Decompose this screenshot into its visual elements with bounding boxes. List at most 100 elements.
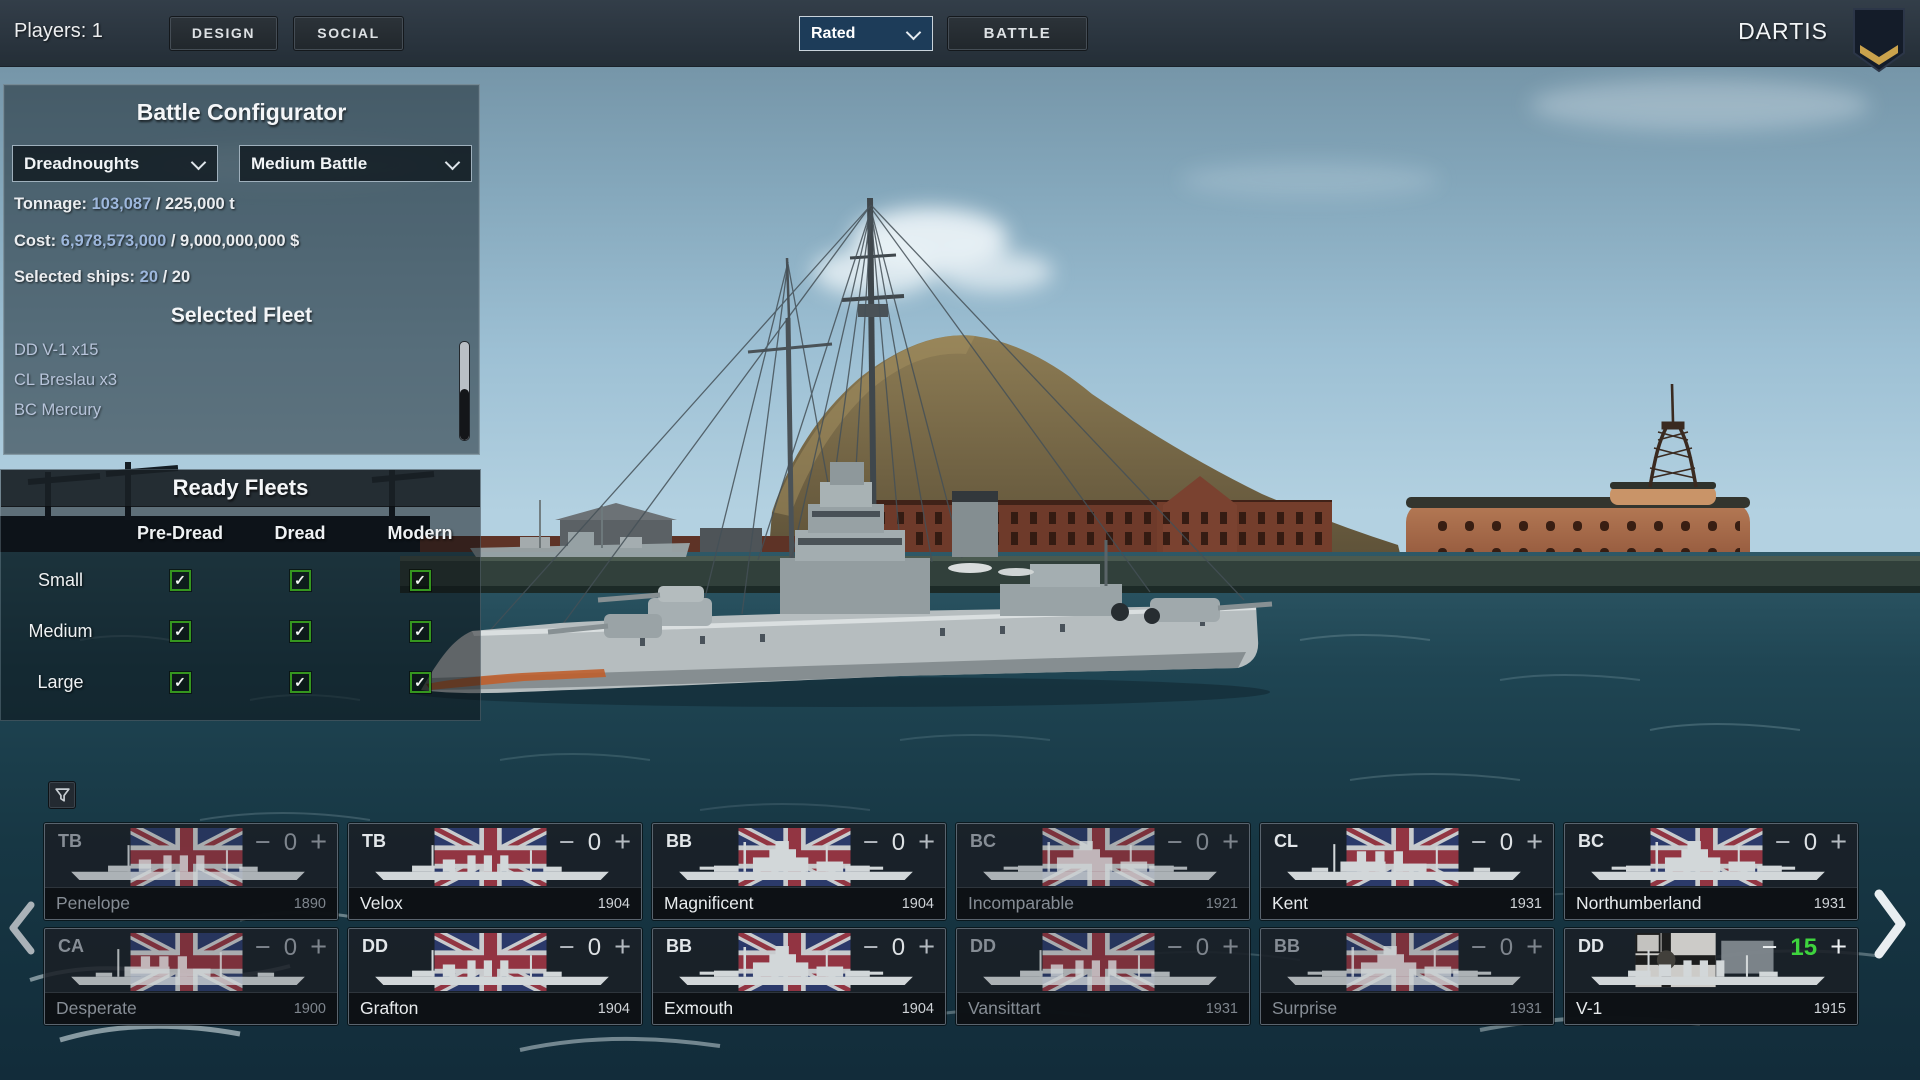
- increase-count-button[interactable]: +: [310, 828, 327, 857]
- ship-card-kent[interactable]: CL − 0 + Kent 1931: [1259, 822, 1555, 921]
- ship-card-row: TB − 0 + Penelope 1890 TB − 0 + Velox 19…: [43, 822, 1859, 921]
- era-select[interactable]: Dreadnoughts: [12, 145, 218, 182]
- selected-fleet-list: DD V-1 x15 CL Breslau x3 BC Mercury: [14, 335, 449, 425]
- ship-name: Vansittart: [968, 998, 1041, 1018]
- fleet-scrollbar-thumb[interactable]: [460, 389, 469, 440]
- increase-count-button[interactable]: +: [1526, 828, 1543, 857]
- social-button[interactable]: SOCIAL: [293, 16, 404, 51]
- decrease-count-button[interactable]: −: [255, 934, 271, 961]
- ship-card-vansittart[interactable]: DD − 0 + Vansittart 1931: [955, 927, 1251, 1026]
- decrease-count-button[interactable]: −: [255, 829, 271, 856]
- ship-card-velox[interactable]: TB − 0 + Velox 1904: [347, 822, 643, 921]
- checkbox-large-pre-dread[interactable]: ✓: [169, 672, 191, 693]
- checkbox-large-dread[interactable]: ✓: [289, 672, 311, 693]
- ship-card-penelope[interactable]: TB − 0 + Penelope 1890: [43, 822, 339, 921]
- ship-name: Kent: [1272, 893, 1308, 913]
- increase-count-button[interactable]: +: [1526, 933, 1543, 962]
- increase-count-button[interactable]: +: [614, 828, 631, 857]
- ship-card-incomparable[interactable]: BC − 0 + Incomparable 1921: [955, 822, 1251, 921]
- ship-card-row: CA − 0 + Desperate 1900 DD − 0 + Grafton…: [43, 927, 1859, 1026]
- match-type-select[interactable]: Rated: [799, 16, 933, 51]
- ship-year: 1931: [1813, 895, 1846, 912]
- ship-count: 0: [587, 933, 602, 961]
- tonnage-value: 103,087: [91, 195, 152, 213]
- decrease-count-button[interactable]: −: [1167, 934, 1183, 961]
- fleet-item[interactable]: DD V-1 x15: [14, 335, 449, 365]
- checkbox-cell: ✓: [240, 555, 360, 606]
- ship-year: 1931: [1509, 1000, 1542, 1017]
- checkbox-small-pre-dread[interactable]: ✓: [169, 570, 191, 591]
- ship-card-grafton[interactable]: DD − 0 + Grafton 1904: [347, 927, 643, 1026]
- checkbox-small-modern[interactable]: ✓: [409, 570, 431, 591]
- rank-badge-icon[interactable]: [1852, 7, 1906, 75]
- increase-count-button[interactable]: +: [1830, 828, 1847, 857]
- decrease-count-button[interactable]: −: [1471, 934, 1487, 961]
- row-label-small: Small: [37, 570, 83, 590]
- ship-year: 1915: [1813, 1000, 1846, 1017]
- ship-name-bar: Incomparable 1921: [957, 887, 1249, 919]
- ship-count: 0: [891, 828, 906, 856]
- checkbox-cell: ✓: [360, 657, 480, 708]
- ship-counter: − 0 +: [1471, 828, 1543, 857]
- ship-card-magnificent[interactable]: BB − 0 + Magnificent 1904: [651, 822, 947, 921]
- ship-card-surprise[interactable]: BB − 0 + Surprise 1931: [1259, 927, 1555, 1026]
- increase-count-button[interactable]: +: [1222, 828, 1239, 857]
- ship-card-northumberland[interactable]: BC − 0 + Northumberland 1931: [1563, 822, 1859, 921]
- battle-configurator-title: Battle Configurator: [136, 99, 347, 125]
- ship-counter: − 0 +: [863, 828, 935, 857]
- ship-counter: − 0 +: [1775, 828, 1847, 857]
- fleet-scrollbar[interactable]: [459, 341, 470, 441]
- decrease-count-button[interactable]: −: [863, 829, 879, 856]
- top-bar: Players: 1 DESIGN SOCIAL Rated BATTLE DA…: [0, 0, 1920, 73]
- ship-name-bar: Northumberland 1931: [1565, 887, 1857, 919]
- checkbox-medium-dread[interactable]: ✓: [289, 621, 311, 642]
- increase-count-button[interactable]: +: [918, 828, 935, 857]
- decrease-count-button[interactable]: −: [1167, 829, 1183, 856]
- players-count-label: Players: 1: [14, 20, 103, 42]
- chevron-right-icon[interactable]: [1869, 886, 1909, 962]
- battle-size-select[interactable]: Medium Battle: [239, 145, 472, 182]
- checkbox-medium-pre-dread[interactable]: ✓: [169, 621, 191, 642]
- ship-card-v-1[interactable]: DD − 15 + V-1 1915: [1563, 927, 1859, 1026]
- increase-count-button[interactable]: +: [310, 933, 327, 962]
- increase-count-button[interactable]: +: [1222, 933, 1239, 962]
- checkbox-medium-modern[interactable]: ✓: [409, 621, 431, 642]
- increase-count-button[interactable]: +: [1830, 933, 1847, 962]
- decrease-count-button[interactable]: −: [1762, 934, 1778, 961]
- ship-count: 15: [1790, 933, 1818, 961]
- ship-name-bar: Vansittart 1931: [957, 992, 1249, 1024]
- decrease-count-button[interactable]: −: [559, 934, 575, 961]
- ship-counter: − 0 +: [1167, 828, 1239, 857]
- filter-button[interactable]: [48, 781, 76, 809]
- selected-ships-stat: Selected ships: 20 / 20: [14, 268, 191, 286]
- increase-count-button[interactable]: +: [918, 933, 935, 962]
- checkbox-large-modern[interactable]: ✓: [409, 672, 431, 693]
- ship-count: 0: [891, 933, 906, 961]
- ship-name: V-1: [1576, 998, 1603, 1018]
- column-header-pre-dread: Pre-Dread: [136, 522, 224, 543]
- ship-card-exmouth[interactable]: BB − 0 + Exmouth 1904: [651, 927, 947, 1026]
- decrease-count-button[interactable]: −: [863, 934, 879, 961]
- design-button[interactable]: DESIGN: [169, 16, 278, 51]
- row-label-medium: Medium: [28, 621, 93, 641]
- selected-fleet-title: Selected Fleet: [170, 304, 313, 327]
- ship-year: 1890: [293, 895, 326, 912]
- battle-button[interactable]: BATTLE: [947, 16, 1088, 51]
- ship-name-bar: Surprise 1931: [1261, 992, 1553, 1024]
- ship-count: 0: [1803, 828, 1818, 856]
- checkbox-cell: ✓: [360, 606, 480, 657]
- ship-year: 1931: [1205, 1000, 1238, 1017]
- decrease-count-button[interactable]: −: [1775, 829, 1791, 856]
- checkbox-small-dread[interactable]: ✓: [289, 570, 311, 591]
- ship-name: Surprise: [1272, 998, 1338, 1018]
- chevron-left-icon[interactable]: [5, 897, 39, 959]
- row-label-large: Large: [37, 672, 84, 692]
- ship-name: Magnificent: [664, 893, 754, 913]
- decrease-count-button[interactable]: −: [1471, 829, 1487, 856]
- ship-card-desperate[interactable]: CA − 0 + Desperate 1900: [43, 927, 339, 1026]
- increase-count-button[interactable]: +: [614, 933, 631, 962]
- fleet-item[interactable]: CL Breslau x3: [14, 365, 449, 395]
- fleet-item[interactable]: BC Mercury: [14, 395, 449, 425]
- decrease-count-button[interactable]: −: [559, 829, 575, 856]
- ship-counter: − 0 +: [1167, 933, 1239, 962]
